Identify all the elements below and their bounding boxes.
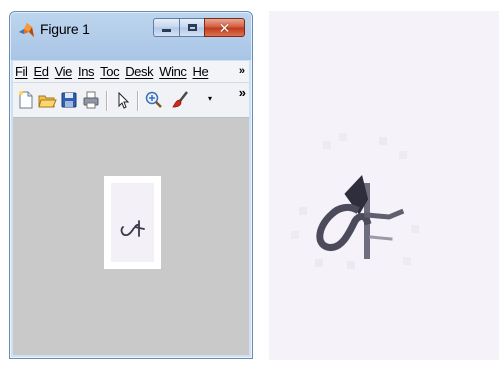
save-figure-icon[interactable] — [59, 90, 79, 110]
menu-edit[interactable]: Ed — [34, 64, 50, 79]
open-file-icon[interactable] — [37, 90, 57, 110]
screenshot-stage: Figure 1 ✕ Fil Ed Vie Ins Toc Desk Winc — [0, 0, 503, 365]
minimize-icon — [162, 29, 171, 32]
axes-frame — [104, 176, 161, 269]
window-controls: ✕ — [153, 18, 245, 39]
zoomed-image — [269, 11, 499, 360]
close-icon: ✕ — [218, 19, 231, 36]
menu-bar: Fil Ed Vie Ins Toc Desk Winc He » — [13, 61, 249, 83]
toolbar-overflow-chevron-icon[interactable]: » — [239, 85, 246, 100]
menu-help[interactable]: He — [193, 64, 209, 79]
menu-view[interactable]: Vie — [55, 64, 73, 79]
menu-file[interactable]: Fil — [15, 64, 28, 79]
close-button[interactable]: ✕ — [204, 18, 245, 37]
brush-icon[interactable] — [171, 90, 191, 110]
minimize-button[interactable] — [153, 18, 179, 37]
new-figure-icon[interactable] — [16, 90, 36, 110]
edit-plot-arrow-icon[interactable] — [113, 90, 133, 110]
menu-window[interactable]: Winc — [159, 64, 187, 79]
figure-canvas[interactable] — [13, 118, 249, 355]
brush-dropdown-icon[interactable]: ▾ — [208, 94, 212, 103]
handwritten-character-icon — [120, 220, 145, 237]
maximize-button[interactable] — [179, 18, 204, 37]
toolbar-separator — [137, 91, 139, 111]
toolbar-separator — [106, 91, 108, 111]
title-bar[interactable]: Figure 1 ✕ — [10, 12, 252, 46]
print-figure-icon[interactable] — [81, 90, 101, 110]
menu-insert[interactable]: Ins — [78, 64, 95, 79]
zoom-in-icon[interactable] — [144, 90, 164, 110]
figure-window: Figure 1 ✕ Fil Ed Vie Ins Toc Desk Winc — [9, 11, 253, 359]
figure-image — [111, 183, 154, 262]
menu-overflow-chevron-icon[interactable]: » — [239, 65, 245, 77]
matlab-logo-icon — [19, 23, 34, 37]
zoomed-character-icon — [291, 133, 419, 269]
maximize-icon — [187, 24, 197, 31]
figure-toolbar: ▾ » — [13, 83, 249, 118]
window-title: Figure 1 — [40, 21, 90, 37]
menu-tools[interactable]: Toc — [100, 64, 119, 79]
menu-desktop[interactable]: Desk — [125, 64, 153, 79]
